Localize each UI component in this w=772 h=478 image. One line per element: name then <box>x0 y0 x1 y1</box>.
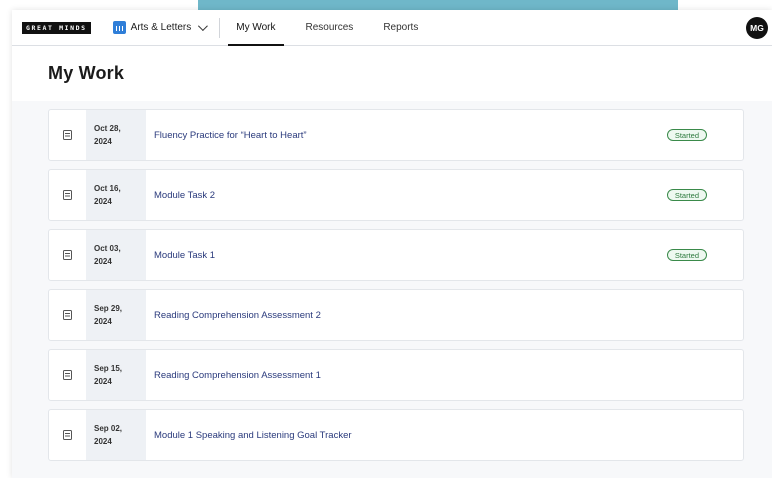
work-item-date: Sep 29, 2024 <box>86 290 146 340</box>
app-window: GREAT MINDS Arts & Letters My Work Resou… <box>12 10 772 478</box>
work-item-row[interactable]: Oct 16, 2024 Module Task 2 Started <box>48 169 744 221</box>
document-lines-icon <box>63 130 72 140</box>
row-icon-cell <box>49 350 86 400</box>
work-item-date-year: 2024 <box>94 317 112 326</box>
work-item-date-month-day: Oct 16, <box>94 184 121 193</box>
nav-tab-resources[interactable]: Resources <box>298 10 362 46</box>
great-minds-logo[interactable]: GREAT MINDS <box>22 21 91 34</box>
work-item-row[interactable]: Oct 28, 2024 Fluency Practice for “Heart… <box>48 109 744 161</box>
row-icon-cell <box>49 410 86 460</box>
work-item-date-year: 2024 <box>94 197 112 206</box>
row-icon-cell <box>49 230 86 280</box>
work-item-date: Oct 16, 2024 <box>86 170 146 220</box>
product-switcher[interactable]: Arts & Letters <box>112 21 209 34</box>
top-navigation-bar: GREAT MINDS Arts & Letters My Work Resou… <box>12 10 772 46</box>
work-item-title[interactable]: Module 1 Speaking and Listening Goal Tra… <box>146 430 743 441</box>
work-list: Oct 28, 2024 Fluency Practice for “Heart… <box>12 101 772 461</box>
work-item-title[interactable]: Reading Comprehension Assessment 2 <box>146 310 743 321</box>
chevron-down-icon <box>198 21 209 32</box>
nav-tab-reports[interactable]: Reports <box>375 10 426 46</box>
work-item-row[interactable]: Sep 15, 2024 Reading Comprehension Asses… <box>48 349 744 401</box>
work-item-title[interactable]: Reading Comprehension Assessment 1 <box>146 370 743 381</box>
document-icon <box>63 250 72 260</box>
work-item-row[interactable]: Sep 02, 2024 Module 1 Speaking and Liste… <box>48 409 744 461</box>
page-header: My Work <box>12 46 772 101</box>
work-item-title[interactable]: Module Task 1 <box>146 250 667 261</box>
status-badge: Started <box>666 249 707 261</box>
document-icon <box>63 190 72 200</box>
work-item-date-month-day: Sep 29, <box>94 304 123 313</box>
work-item-title[interactable]: Fluency Practice for “Heart to Heart” <box>146 130 667 141</box>
product-name: Arts & Letters <box>130 22 192 33</box>
work-item-date: Oct 03, 2024 <box>86 230 146 280</box>
arts-letters-product-icon <box>112 21 126 34</box>
main-nav: My Work Resources Reports <box>228 10 440 46</box>
work-item-date: Sep 15, 2024 <box>86 350 146 400</box>
work-item-date-month-day: Sep 02, <box>94 424 123 433</box>
document-icon <box>63 370 72 380</box>
row-icon-cell <box>49 170 86 220</box>
work-item-date-year: 2024 <box>94 437 112 446</box>
work-item-date-month-day: Sep 15, <box>94 364 123 373</box>
work-item-row[interactable]: Oct 03, 2024 Module Task 1 Started <box>48 229 744 281</box>
header-divider <box>219 17 221 38</box>
user-avatar[interactable]: MG <box>746 17 768 39</box>
page-title: My Work <box>48 63 125 83</box>
work-item-date-year: 2024 <box>94 257 112 266</box>
status-badge: Started <box>666 129 707 141</box>
row-icon-cell <box>49 290 86 340</box>
status-badge: Started <box>666 189 707 201</box>
work-item-date-year: 2024 <box>94 377 112 386</box>
work-item-title[interactable]: Module Task 2 <box>146 190 667 201</box>
document-lines-icon <box>63 430 72 440</box>
work-item-date: Oct 28, 2024 <box>86 110 146 160</box>
work-item-date: Sep 02, 2024 <box>86 410 146 460</box>
work-item-date-month-day: Oct 03, <box>94 244 121 253</box>
work-item-date-year: 2024 <box>94 137 112 146</box>
work-item-row[interactable]: Sep 29, 2024 Reading Comprehension Asses… <box>48 289 744 341</box>
work-item-date-month-day: Oct 28, <box>94 124 121 133</box>
document-icon <box>63 310 72 320</box>
nav-tab-my-work[interactable]: My Work <box>228 10 284 46</box>
top-accent-bar <box>198 0 678 10</box>
row-icon-cell <box>49 110 86 160</box>
